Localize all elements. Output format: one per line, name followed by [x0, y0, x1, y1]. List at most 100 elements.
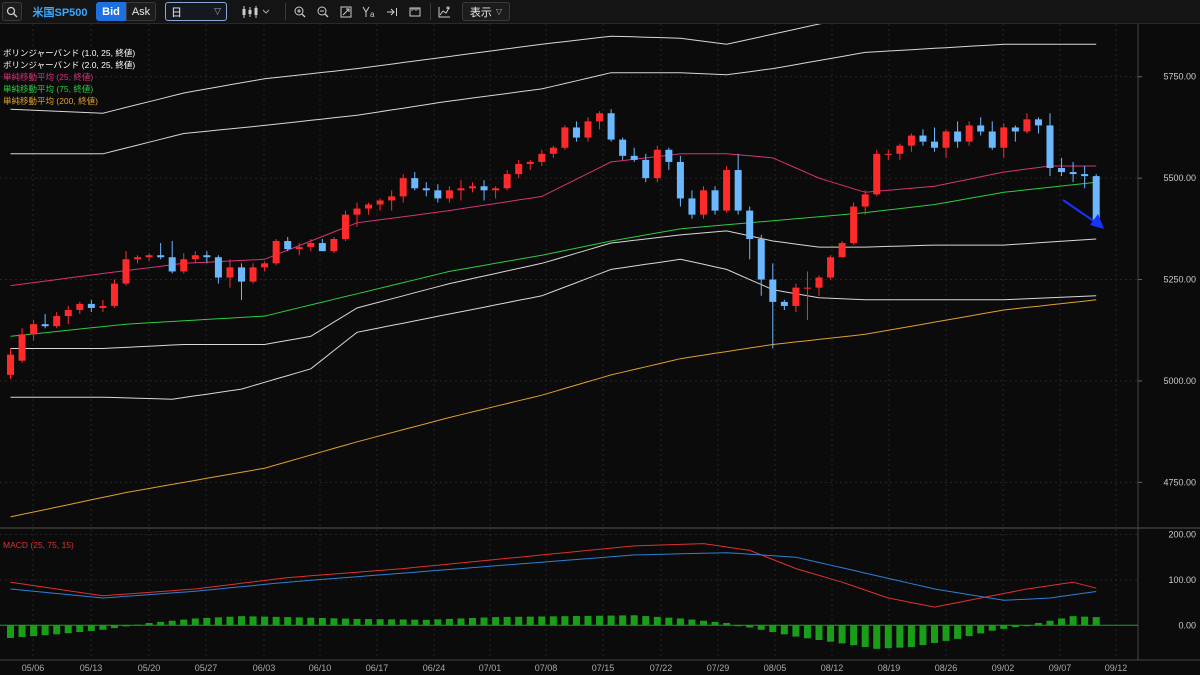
candle-body	[180, 259, 188, 272]
x-tick-label: 09/02	[992, 663, 1015, 673]
macd-histogram-bar	[434, 619, 442, 626]
candle-body	[7, 354, 14, 375]
candle-body	[757, 238, 765, 280]
search-icon[interactable]	[2, 2, 22, 21]
candle-body	[896, 145, 904, 154]
macd-histogram-bar	[318, 617, 326, 626]
macd-histogram-bar	[584, 615, 592, 626]
x-tick-label: 05/20	[138, 663, 161, 673]
ask-button[interactable]: Ask	[126, 2, 156, 21]
candle-body	[30, 324, 38, 335]
toolbar: 米国SP500 Bid Ask 日 ▽ a 表示 ▽	[0, 0, 1200, 24]
candle-body	[261, 263, 269, 268]
macd-histogram-bar	[977, 625, 985, 634]
ruler-icon[interactable]	[406, 2, 424, 21]
text-tool-icon[interactable]: a	[360, 2, 378, 21]
symbol-label[interactable]: 米国SP500	[30, 2, 90, 21]
legend-bb2: ボリンジャーバンド (2.0, 25, 終値)	[3, 60, 136, 70]
chevron-down-icon: ▽	[214, 6, 221, 16]
macd-histogram-bar	[954, 625, 962, 639]
candle-body	[1058, 168, 1066, 173]
candle-body	[53, 316, 61, 327]
bid-button[interactable]: Bid	[96, 2, 126, 21]
macd-histogram-bar	[1000, 625, 1008, 629]
macd-histogram-bar	[827, 625, 835, 642]
macd-histogram-bar	[884, 625, 892, 649]
macd-histogram-bar	[561, 616, 569, 626]
x-tick-label: 06/17	[366, 663, 389, 673]
macd-histogram-bar	[792, 625, 800, 637]
y-tick-label: 4750.00	[1163, 477, 1196, 487]
candle-body	[145, 255, 153, 258]
macd-histogram-bar	[653, 616, 661, 626]
bollinger-band-line	[10, 230, 1097, 349]
macd-signal-line	[10, 552, 1097, 601]
candle-body	[1069, 172, 1077, 175]
macd-histogram-bar	[503, 616, 511, 626]
candle-body	[769, 279, 777, 302]
zoom-in-icon[interactable]	[291, 2, 309, 21]
display-menu-button[interactable]: 表示 ▽	[462, 2, 510, 21]
macd-histogram-bar	[457, 618, 465, 626]
period-select[interactable]: 日 ▽	[165, 2, 227, 21]
candle-body	[827, 257, 835, 278]
candle-body	[596, 113, 604, 122]
candle-body	[87, 303, 95, 308]
candlestick-icon[interactable]	[236, 2, 276, 21]
macd-histogram-bar	[87, 625, 95, 631]
candle-body	[341, 214, 349, 239]
macd-histogram-bar	[757, 625, 765, 630]
macd-histogram-bar	[711, 621, 719, 626]
macd-histogram-bar	[619, 615, 627, 626]
macd-histogram-bar	[480, 617, 488, 626]
candle-body	[1034, 119, 1042, 126]
candle-body	[307, 243, 315, 248]
macd-histogram-bar	[469, 617, 476, 626]
candle-body	[295, 247, 303, 250]
legend-sma200: 単純移動平均 (200, 終値)	[3, 96, 98, 106]
chart-area[interactable]: 05/06 05/13 05/20 05/27 06/03 06/10 06/17 06/24…	[0, 24, 1200, 675]
candle-body	[653, 149, 661, 179]
macd-histogram-bar	[1069, 616, 1077, 626]
candle-body	[1011, 127, 1019, 132]
fit-icon[interactable]	[337, 2, 355, 21]
candle-body	[110, 283, 118, 306]
bollinger-band-line	[10, 43, 1097, 155]
macd-histogram-bar	[988, 625, 996, 631]
indicator-icon[interactable]	[434, 2, 454, 21]
macd-histogram-bar	[30, 625, 38, 637]
candle-body	[122, 259, 130, 284]
candle-body	[203, 255, 211, 258]
candle-body	[907, 135, 915, 146]
x-tick-label: 05/27	[195, 663, 218, 673]
divider	[285, 3, 286, 20]
candle-body	[988, 131, 996, 148]
macd-histogram-bar	[180, 619, 188, 626]
macd-histogram-bar	[931, 625, 938, 643]
macd-histogram-bar	[965, 625, 973, 637]
macd-histogram-bar	[41, 625, 49, 636]
candle-body	[330, 238, 338, 252]
macd-histogram-bar	[596, 615, 604, 626]
x-tick-label: 05/13	[80, 663, 103, 673]
jump-to-end-icon[interactable]	[383, 2, 401, 21]
candle-body	[503, 174, 511, 189]
macd-histogram-bar	[607, 615, 615, 626]
macd-histogram-bar	[642, 616, 650, 626]
candle-body	[99, 305, 107, 308]
macd-histogram-bar	[572, 616, 580, 626]
legend-sma75: 単純移動平均 (75, 終値)	[3, 84, 94, 94]
x-tick-label: 07/29	[707, 663, 730, 673]
macd-histogram-bar	[7, 625, 14, 638]
candle-body	[64, 309, 72, 317]
candle-body	[457, 188, 465, 191]
x-tick-label: 06/03	[253, 663, 276, 673]
macd-histogram-bar	[307, 617, 315, 626]
macd-histogram-bar	[861, 625, 869, 648]
candle-body	[977, 125, 985, 132]
y-tick-label: 5500.00	[1163, 173, 1196, 183]
zoom-out-icon[interactable]	[314, 2, 332, 21]
candle-body	[688, 198, 696, 215]
macd-histogram-bar	[76, 625, 84, 633]
macd-histogram-bar	[850, 625, 858, 646]
